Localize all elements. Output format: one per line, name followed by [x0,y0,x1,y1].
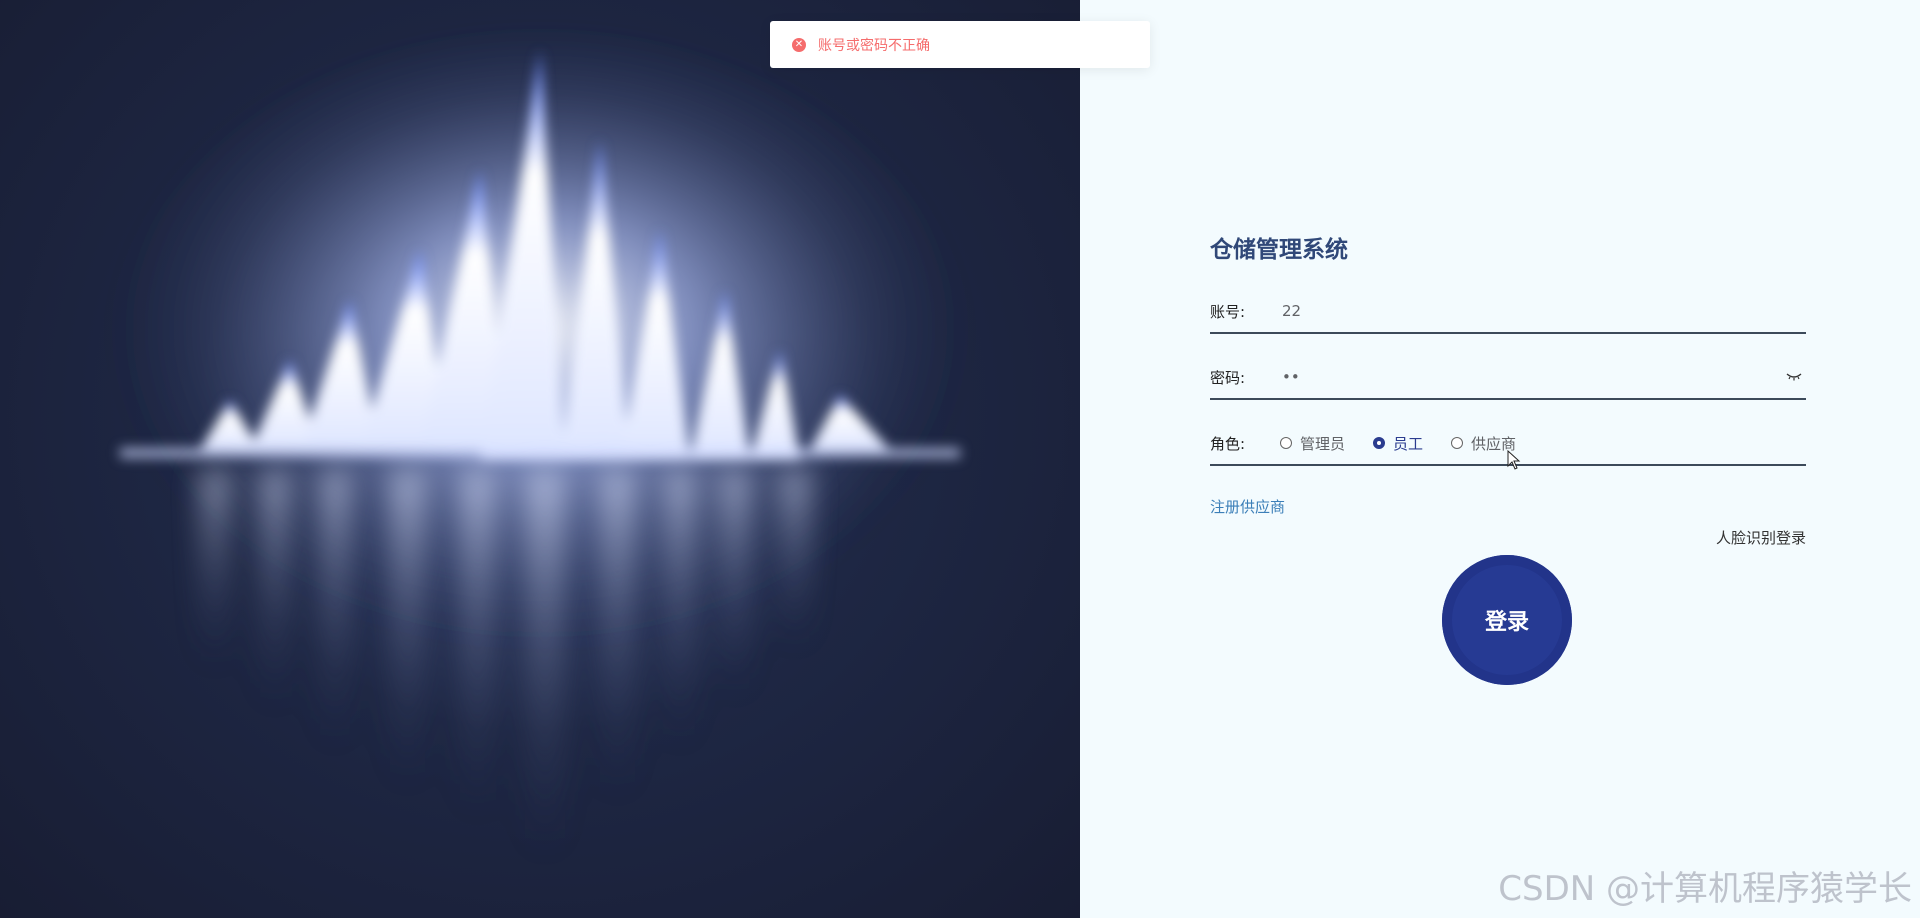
password-input[interactable] [1280,367,1806,387]
role-option-employee[interactable]: 员工 [1373,433,1423,454]
login-page: ✕ 账号或密码不正确 仓储管理系统 账号: 密码: 角色: 管理员 [0,0,1920,918]
radio-circle-icon[interactable] [1280,437,1292,449]
watermark: CSDN @计算机程序猿学长 [1498,869,1912,909]
login-form: 仓储管理系统 账号: 密码: 角色: 管理员 [1210,230,1806,685]
eye-closed-icon[interactable] [1786,368,1802,384]
mouse-cursor-icon [1507,450,1521,470]
role-label: 角色: [1210,434,1246,453]
error-toast: ✕ 账号或密码不正确 [770,21,1150,68]
toast-message: 账号或密码不正确 [818,37,930,54]
hero-art-illustration [110,40,970,860]
page-title: 仓储管理系统 [1210,237,1348,263]
account-label: 账号: [1210,302,1246,321]
hero-art-panel [0,0,1080,918]
radio-circle-icon[interactable] [1451,437,1464,449]
role-radio-group: 管理员 员工 供应商 [1280,433,1544,454]
error-circle-icon: ✕ [792,37,806,52]
face-login-link[interactable]: 人脸识别登录 [1716,527,1806,548]
account-input[interactable] [1280,301,1806,321]
password-row: 密码: [1210,356,1806,400]
role-option-label: 员工 [1393,434,1424,453]
role-option-label: 管理员 [1300,434,1346,453]
register-supplier-link[interactable]: 注册供应商 [1210,496,1285,517]
account-row: 账号: [1210,290,1806,334]
role-option-admin[interactable]: 管理员 [1280,433,1345,454]
password-label: 密码: [1210,368,1246,387]
radio-checked-icon[interactable] [1373,437,1386,449]
login-button[interactable]: 登录 [1442,555,1572,685]
